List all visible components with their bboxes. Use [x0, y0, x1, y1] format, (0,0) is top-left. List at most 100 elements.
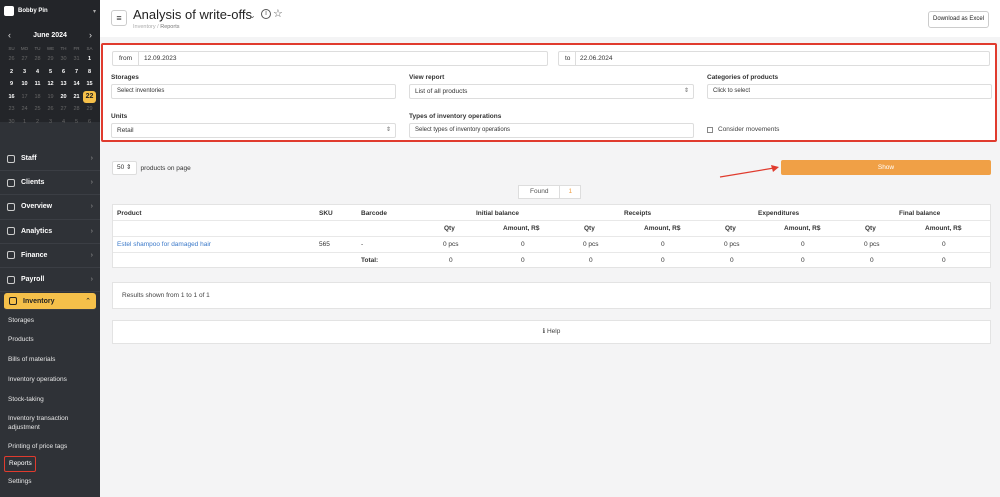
calendar-day[interactable]: 27 — [57, 103, 70, 116]
weekday-label: SA — [86, 46, 93, 51]
storages-select[interactable]: Select inventories — [111, 84, 396, 99]
chevron-right-icon: › — [90, 276, 93, 284]
total-value: 0 — [942, 257, 946, 264]
calendar-day[interactable]: 5 — [70, 116, 83, 129]
calendar-day[interactable]: 14 — [70, 78, 83, 91]
calendar-day-today[interactable]: 22 — [83, 90, 96, 104]
calendar-day[interactable]: 2 — [31, 116, 44, 129]
next-month-button[interactable]: › — [89, 30, 92, 40]
calendar-day[interactable]: 29 — [83, 103, 96, 116]
calendar-day[interactable]: 11 — [31, 78, 44, 91]
calendar-day[interactable]: 1 — [83, 53, 96, 66]
sidebar-subitem-storages[interactable]: Storages — [0, 310, 100, 330]
calendar-day[interactable]: 5 — [44, 66, 57, 79]
calendar-day[interactable]: 23 — [5, 103, 18, 116]
chevron-right-icon: › — [90, 155, 93, 163]
calendar-day[interactable]: 24 — [18, 103, 31, 116]
calendar-day[interactable]: 28 — [70, 103, 83, 116]
sidebar-subitem-bills-of-materials[interactable]: Bills of materials — [0, 350, 100, 370]
calendar-day[interactable]: 27 — [18, 53, 31, 66]
view-report-value: List of all products — [415, 88, 468, 95]
menu-toggle-button[interactable]: ≡ — [111, 10, 127, 26]
operation-types-select[interactable]: Select types of inventory operations — [409, 123, 694, 138]
chevron-down-icon[interactable]: ⌄ — [249, 11, 256, 20]
download-excel-button[interactable]: Download as Excel — [928, 11, 989, 28]
col-barcode: Barcode — [361, 210, 388, 217]
weekday-label: TU — [34, 46, 41, 51]
sidebar-subitem-reports[interactable]: Reports — [4, 455, 36, 472]
calendar-day[interactable]: 30 — [57, 53, 70, 66]
calendar-day[interactable]: 19 — [44, 91, 57, 104]
product-link[interactable]: Estel shampoo for damaged hair — [117, 241, 211, 248]
calendar-day[interactable]: 1 — [18, 116, 31, 129]
calendar-day[interactable]: 20 — [57, 91, 70, 104]
sidebar-subitem-stock-taking[interactable]: Stock-taking — [0, 389, 100, 409]
sidebar-item-finance[interactable]: Finance › — [0, 244, 100, 268]
show-button[interactable]: Show — [781, 160, 991, 175]
calendar-day[interactable]: 30 — [5, 116, 18, 129]
calendar-day[interactable]: 17 — [18, 91, 31, 104]
calendar-day[interactable]: 4 — [31, 66, 44, 79]
sidebar: Bobby Pin ▾ ‹ June 2024 › SU MO TU WE TH… — [0, 0, 100, 497]
calendar-day[interactable]: 10 — [18, 78, 31, 91]
date-to-field[interactable]: to 22.06.2024 — [558, 51, 990, 66]
date-from-field[interactable]: from 12.09.2023 — [112, 51, 548, 66]
col-sku: SKU — [319, 210, 333, 217]
sidebar-item-overview[interactable]: Overview › — [0, 195, 100, 220]
subcol-qty: Qty — [725, 225, 736, 232]
account-name: Bobby Pin — [18, 8, 48, 14]
chevron-right-icon: › — [90, 251, 93, 259]
col-product: Product — [117, 210, 142, 217]
calendar-day[interactable]: 6 — [83, 116, 96, 129]
sidebar-subitem-printing-price-tags[interactable]: Printing of price tags — [0, 436, 100, 456]
calendar-day[interactable]: 8 — [83, 66, 96, 79]
col-expenditures: Expenditures — [758, 210, 800, 217]
calendar-day[interactable]: 13 — [57, 78, 70, 91]
calendar-day[interactable]: 29 — [44, 53, 57, 66]
calendar-day[interactable]: 7 — [70, 66, 83, 79]
calendar-day[interactable]: 12 — [44, 78, 57, 91]
info-icon[interactable]: i — [261, 9, 271, 19]
calendar-day[interactable]: 26 — [44, 103, 57, 116]
calendar-day[interactable]: 28 — [31, 53, 44, 66]
view-report-select[interactable]: List of all products ⇕ — [409, 84, 694, 99]
calendar-day[interactable]: 21 — [70, 91, 83, 104]
prev-month-button[interactable]: ‹ — [8, 30, 11, 40]
total-value: 0 — [730, 257, 734, 264]
sidebar-subitem-inventory-operations[interactable]: Inventory operations — [0, 370, 100, 390]
calendar-day[interactable]: 16 — [5, 91, 18, 104]
calendar-day[interactable]: 15 — [83, 78, 96, 91]
calendar-day[interactable]: 26 — [5, 53, 18, 66]
chevron-up-icon: ⌃ — [85, 298, 91, 306]
sidebar-subitem-inventory-adjustment[interactable]: Inventory transaction adjustment — [0, 409, 100, 436]
calendar-day[interactable]: 25 — [31, 103, 44, 116]
annotation-arrow-icon — [719, 165, 779, 178]
sidebar-item-payroll[interactable]: Payroll › — [0, 268, 100, 293]
per-page-select[interactable]: 50 ⇕ — [112, 161, 137, 175]
calendar-day[interactable]: 18 — [31, 91, 44, 104]
calendar-day[interactable]: 9 — [5, 78, 18, 91]
consider-movements-checkbox[interactable]: Consider movements — [707, 126, 779, 133]
categories-select[interactable]: Click to select — [707, 84, 992, 99]
calendar-day[interactable]: 3 — [18, 66, 31, 79]
row-value: 0 — [942, 241, 946, 248]
calendar-day[interactable]: 31 — [70, 53, 83, 66]
sidebar-header: Bobby Pin ▾ ‹ June 2024 › SU MO TU WE TH… — [0, 0, 100, 125]
sidebar-subitem-products[interactable]: Products — [0, 330, 100, 350]
calendar-day[interactable]: 3 — [44, 116, 57, 129]
calendar-day[interactable]: 2 — [5, 66, 18, 79]
units-select[interactable]: Retail ⇕ — [111, 123, 396, 138]
star-icon[interactable]: ☆ — [273, 7, 283, 20]
breadcrumb-item[interactable]: Inventory — [133, 24, 156, 30]
page-title: Analysis of write-offs — [133, 7, 252, 22]
sidebar-item-inventory[interactable]: Inventory ⌃ — [4, 293, 96, 311]
sidebar-item-clients[interactable]: Clients › — [0, 171, 100, 196]
sidebar-item-analytics[interactable]: Analytics › — [0, 220, 100, 244]
help-link[interactable]: ℹ Help — [112, 320, 991, 344]
calendar-day[interactable]: 4 — [57, 116, 70, 129]
account-switcher[interactable]: Bobby Pin ▾ — [4, 4, 96, 18]
calendar-day[interactable]: 6 — [57, 66, 70, 79]
row-sku: 565 — [319, 241, 330, 248]
sidebar-subitem-settings[interactable]: Settings — [0, 472, 100, 492]
sidebar-item-staff[interactable]: Staff › — [0, 147, 100, 172]
